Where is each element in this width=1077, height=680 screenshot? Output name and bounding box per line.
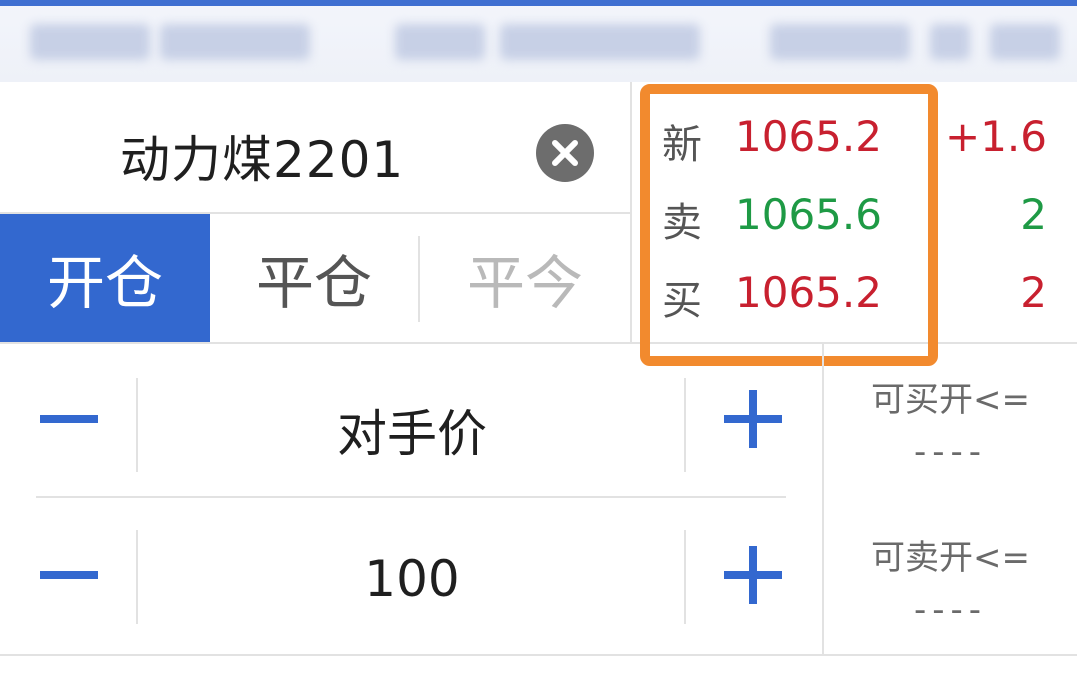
tab-close-today[interactable]: 平今	[420, 214, 630, 342]
divider	[136, 378, 138, 472]
tab-close-position[interactable]: 平仓	[210, 214, 418, 342]
divider	[0, 654, 1077, 656]
price-decrease-button[interactable]	[40, 390, 98, 448]
quantity-input[interactable]: 100	[140, 550, 684, 608]
bid-volume: 2	[1020, 268, 1047, 317]
divider	[684, 530, 686, 624]
quantity-increase-button[interactable]	[724, 546, 782, 604]
buy-open-available-value: ----	[913, 432, 988, 472]
buy-open-available-label: 可买开<=	[871, 380, 1030, 420]
blurred-text	[160, 24, 310, 60]
ask-volume: 2	[1020, 190, 1047, 239]
blurred-text	[30, 24, 150, 60]
header-accent-bar	[0, 0, 1077, 6]
divider	[684, 378, 686, 472]
blurred-text	[990, 24, 1060, 60]
close-icon	[552, 140, 578, 166]
tab-open-position[interactable]: 开仓	[0, 214, 210, 342]
price-change: +1.6	[945, 112, 1047, 161]
sell-open-available-label: 可卖开<=	[871, 538, 1030, 578]
divider	[0, 342, 1077, 344]
quantity-decrease-button[interactable]	[40, 546, 98, 604]
blurred-text	[395, 24, 485, 60]
divider	[136, 530, 138, 624]
sell-open-available-value: ----	[913, 590, 988, 630]
blurred-header	[0, 0, 1077, 82]
divider	[36, 496, 786, 498]
ask-label: 卖	[662, 200, 702, 246]
blurred-text	[930, 24, 970, 60]
last-price: 1065.2	[735, 112, 882, 161]
contract-name[interactable]: 动力煤2201	[120, 120, 404, 192]
price-input[interactable]: 对手价	[140, 394, 684, 466]
blurred-text	[770, 24, 910, 60]
last-price-label: 新	[662, 122, 702, 168]
clear-button[interactable]	[536, 124, 594, 182]
price-increase-button[interactable]	[724, 390, 782, 448]
divider	[630, 82, 632, 344]
bid-label: 买	[662, 278, 702, 324]
bid-price[interactable]: 1065.2	[735, 268, 882, 317]
ask-price[interactable]: 1065.6	[735, 190, 882, 239]
blurred-text	[500, 24, 700, 60]
order-panel: 动力煤2201 开仓 平仓 平今 新 1065.2 +1.6 卖 1065.6 …	[0, 0, 1077, 680]
